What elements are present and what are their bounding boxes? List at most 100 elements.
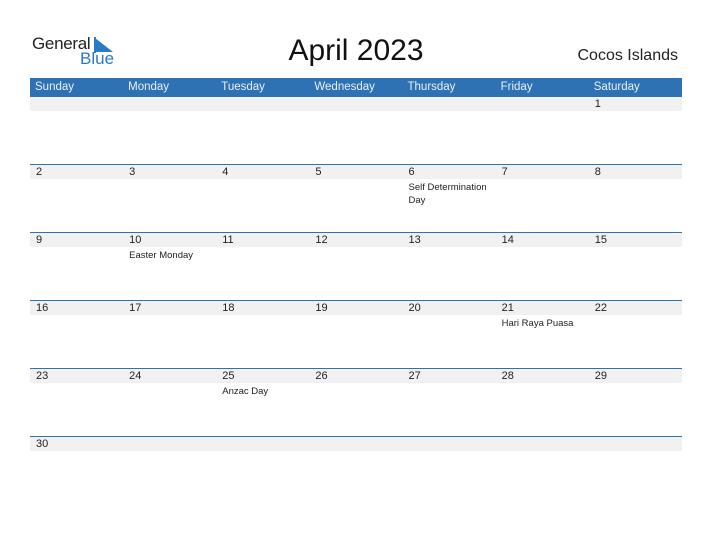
day-cell: 6 Self Determination Day [403,165,496,207]
week-row: 2 3 4 5 6 Self Determination Day 7 8 [30,164,682,232]
day-number: 29 [594,370,607,382]
day-number [502,97,589,111]
day-cell: 4 [216,165,309,207]
day-cell [589,437,682,451]
day-number: 21 [501,302,514,314]
day-number: 8 [594,166,601,178]
day-number: 26 [315,370,328,382]
day-cell: 17 [123,301,216,330]
day-cell: 5 [309,165,402,207]
day-cell [30,97,123,111]
weekday-sunday: Sunday [35,81,75,93]
day-number: 20 [408,302,421,314]
day-number: 30 [36,438,49,450]
calendar-grid: Sunday Monday Tuesday Wednesday Thursday… [30,78,682,504]
day-cell [496,437,589,451]
week-row: 9 10 Easter Monday 11 12 13 14 15 [30,232,682,300]
day-cell: 13 [403,233,496,262]
holiday-label: Anzac Day [222,386,269,397]
day-cell: 7 [496,165,589,207]
day-cell: 25 Anzac Day [216,369,309,398]
weekday-header: Sunday Monday Tuesday Wednesday Thursday… [30,78,682,97]
day-number: 5 [315,166,322,178]
day-number [222,97,309,111]
day-number: 16 [36,302,49,314]
day-cell: 11 [216,233,309,262]
day-number [315,437,402,451]
day-number: 24 [129,370,142,382]
day-cell [123,437,216,451]
weekday-wednesday: Wednesday [314,81,375,93]
day-cell: 8 [589,165,682,207]
day-cell [496,97,589,111]
day-number: 3 [129,166,136,178]
day-number [129,437,216,451]
day-cell: 30 [30,437,123,451]
day-number: 27 [408,370,421,382]
day-number [409,97,496,111]
day-cell: 1 [589,97,682,111]
day-number [502,437,589,451]
weekday-thursday: Thursday [407,81,456,93]
day-cell: 24 [123,369,216,398]
day-cell: 23 [30,369,123,398]
day-cell: 20 [403,301,496,330]
day-cell: 14 [496,233,589,262]
day-number [36,97,123,111]
day-number: 17 [129,302,142,314]
holiday-label: Hari Raya Puasa [501,318,574,329]
day-number [409,437,496,451]
day-cell [403,437,496,451]
day-cell: 28 [496,369,589,398]
day-number: 15 [594,234,607,246]
region-label: Cocos Islands [577,47,679,64]
day-number: 19 [315,302,328,314]
day-cell: 22 [589,301,682,330]
day-cell: 21 Hari Raya Puasa [496,301,589,330]
day-cell [403,97,496,111]
weekday-tuesday: Tuesday [221,81,265,93]
day-number: 14 [501,234,514,246]
week-row: 16 17 18 19 20 21 Hari Raya Puasa 22 [30,300,682,368]
weekday-friday: Friday [500,81,533,93]
holiday-label: Self Determination Day [408,182,487,206]
day-number: 6 [408,166,415,178]
day-number: 12 [315,234,328,246]
day-number: 22 [594,302,607,314]
day-cell: 16 [30,301,123,330]
day-number: 2 [36,166,43,178]
day-number [595,437,682,451]
week-row: 30 [30,436,682,504]
day-cell: 19 [309,301,402,330]
day-cell: 12 [309,233,402,262]
day-cell [309,437,402,451]
day-number: 1 [594,98,601,110]
day-number: 25 [222,370,235,382]
holiday-label: Easter Monday [129,250,194,261]
day-cell: 9 [30,233,123,262]
day-number: 28 [501,370,514,382]
day-cell: 18 [216,301,309,330]
day-number: 11 [222,234,234,246]
day-number: 13 [408,234,421,246]
day-number: 4 [222,166,229,178]
day-number: 23 [36,370,49,382]
day-cell [123,97,216,111]
day-cell: 29 [589,369,682,398]
day-cell: 3 [123,165,216,207]
day-number: 18 [222,302,235,314]
day-cell: 26 [309,369,402,398]
day-cell [309,97,402,111]
day-number: 10 [129,234,142,246]
week-row: 23 24 25 Anzac Day 26 27 28 29 [30,368,682,436]
day-cell: 2 [30,165,123,207]
day-cell: 15 [589,233,682,262]
day-cell [216,437,309,451]
day-number [129,97,216,111]
weekday-monday: Monday [128,81,170,93]
day-cell [216,97,309,111]
day-cell: 10 Easter Monday [123,233,216,262]
week-row: 1 [30,97,682,164]
day-cell: 27 [403,369,496,398]
day-number [315,97,402,111]
